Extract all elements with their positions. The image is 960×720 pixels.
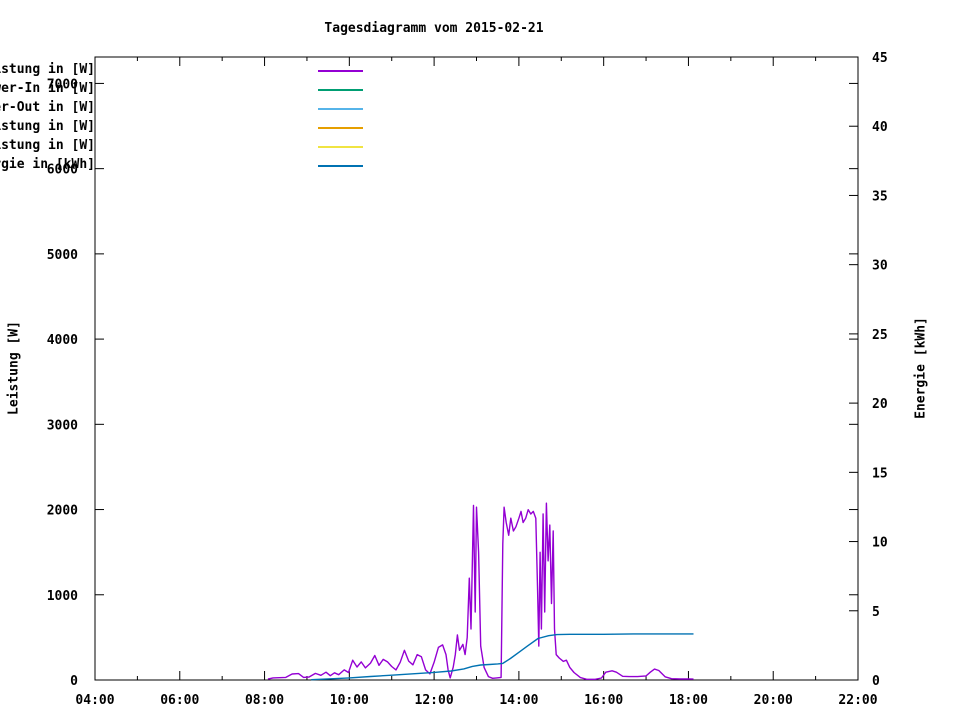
svg-text:30: 30	[872, 259, 888, 274]
legend-color-swatch	[318, 146, 363, 148]
svg-text:04:00: 04:00	[75, 693, 114, 708]
svg-text:22:00: 22:00	[838, 693, 877, 708]
svg-text:45: 45	[872, 51, 888, 66]
svg-text:25: 25	[872, 328, 888, 343]
legend-color-swatch	[318, 127, 363, 129]
svg-text:40: 40	[872, 120, 888, 135]
svg-text:16:00: 16:00	[584, 693, 623, 708]
svg-text:20:00: 20:00	[754, 693, 793, 708]
svg-text:18:00: 18:00	[669, 693, 708, 708]
legend-label: PV-Power-In in [W]	[0, 81, 95, 96]
svg-text:4000: 4000	[47, 333, 78, 348]
legend-color-swatch	[318, 70, 363, 72]
svg-text:2000: 2000	[47, 504, 78, 519]
svg-text:5: 5	[872, 605, 880, 620]
svg-text:1000: 1000	[47, 589, 78, 604]
legend-label: PV-Power-Out in [W]	[0, 100, 95, 115]
svg-text:3000: 3000	[47, 418, 78, 433]
legend-color-swatch	[318, 165, 363, 167]
legend-label: PV-1 Leistung in [W]	[0, 119, 95, 134]
svg-text:35: 35	[872, 189, 888, 204]
svg-text:10: 10	[872, 536, 888, 551]
svg-text:0: 0	[70, 674, 78, 689]
svg-text:0: 0	[872, 674, 880, 689]
svg-text:5000: 5000	[47, 248, 78, 263]
svg-text:08:00: 08:00	[245, 693, 284, 708]
legend-color-swatch	[318, 108, 363, 110]
legend-label: Energie in [kWh]	[0, 157, 95, 172]
svg-text:06:00: 06:00	[160, 693, 199, 708]
svg-text:14:00: 14:00	[499, 693, 538, 708]
chart-plot-area: 04:00 06:00 08:00 10:00 12:00 14:00 16:00 18:00…	[47, 51, 888, 708]
svg-text:10:00: 10:00	[330, 693, 369, 708]
legend-color-swatch	[318, 89, 363, 91]
svg-text:15: 15	[872, 466, 888, 481]
svg-text:12:00: 12:00	[415, 693, 454, 708]
svg-text:20: 20	[872, 397, 888, 412]
gnuplot-day-chart-page: Tagesdiagramm vom 2015-02-21 Leistung [W…	[0, 0, 960, 720]
legend-label: PV-2 Leistung in [W]	[0, 138, 95, 153]
legend-label: AC Leistung in [W]	[0, 62, 95, 77]
